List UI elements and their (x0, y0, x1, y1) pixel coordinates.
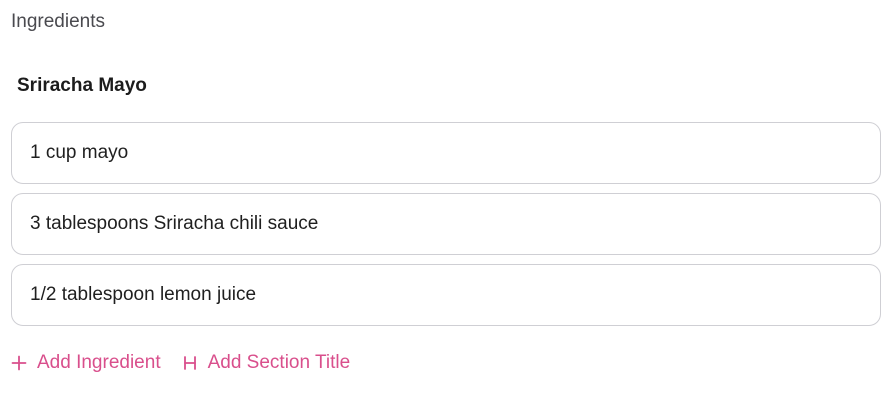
add-section-title-button[interactable]: Add Section Title (182, 352, 351, 374)
add-ingredient-button[interactable]: Add Ingredient (11, 352, 161, 374)
add-ingredient-label: Add Ingredient (37, 352, 161, 373)
ingredient-field[interactable]: 1/2 tablespoon lemon juice (11, 264, 881, 326)
heading-icon (182, 355, 198, 371)
plus-icon (11, 355, 27, 371)
add-section-title-label: Add Section Title (207, 352, 351, 373)
ingredient-list: 1 cup mayo 3 tablespoons Sriracha chili … (11, 122, 881, 335)
ingredient-field[interactable]: 3 tablespoons Sriracha chili sauce (11, 193, 881, 255)
section-title[interactable]: Sriracha Mayo (17, 75, 147, 97)
ingredient-actions: Add Ingredient Add Section Title (11, 352, 350, 374)
ingredients-label: Ingredients (11, 11, 106, 32)
ingredient-field[interactable]: 1 cup mayo (11, 122, 881, 184)
